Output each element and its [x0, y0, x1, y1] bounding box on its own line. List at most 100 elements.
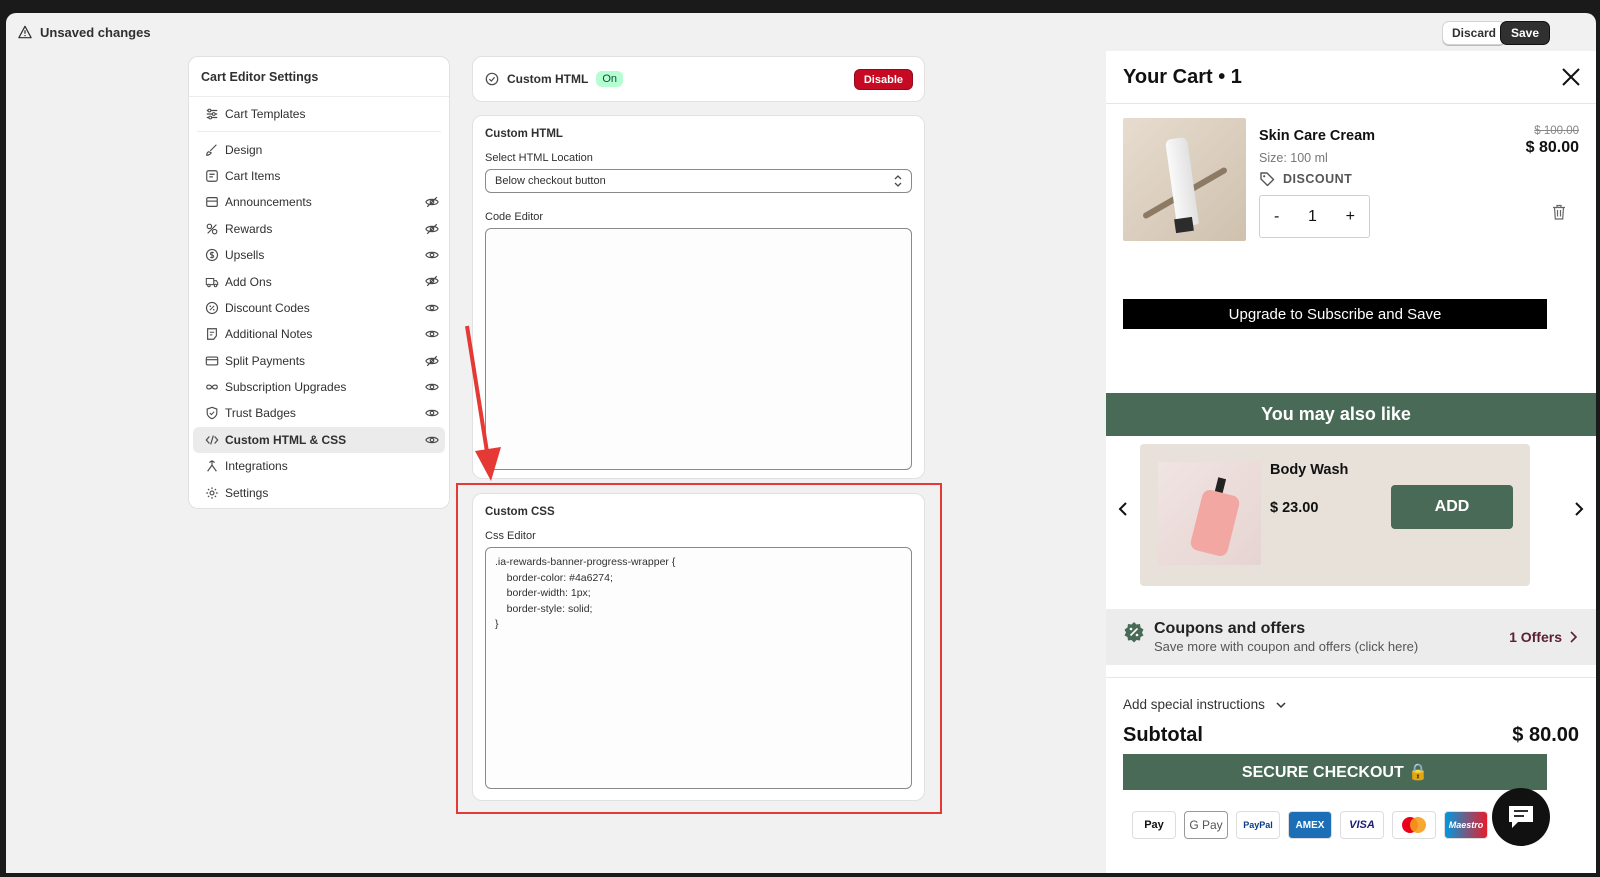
eye-icon[interactable] — [425, 406, 439, 420]
sidebar-item-label: Announcements — [225, 195, 312, 210]
also-like-heading: You may also like — [1106, 393, 1596, 436]
cart-items-icon — [206, 170, 218, 182]
settings-title: Cart Editor Settings — [189, 57, 449, 97]
sidebar-item-cart-items[interactable]: Cart Items — [193, 163, 445, 189]
eye-off-icon[interactable] — [425, 222, 439, 236]
coupons-subtitle: Save more with coupon and offers (click … — [1154, 639, 1419, 654]
eye-off-icon[interactable] — [425, 274, 439, 288]
sidebar-item-discount-codes[interactable]: Discount Codes — [193, 295, 445, 321]
sidebar-item-additional-notes[interactable]: Additional Notes — [193, 321, 445, 347]
custom-html-status-card: Custom HTML On Disable — [472, 56, 925, 102]
sidebar-item-split-payments[interactable]: Split Payments — [193, 348, 445, 374]
code-icon — [205, 435, 219, 445]
recommendation-price: $ 23.00 — [1270, 500, 1319, 516]
sidebar-item-label: Split Payments — [225, 353, 306, 368]
select-chevron-icon — [894, 175, 902, 187]
eye-icon[interactable] — [425, 327, 439, 341]
upgrade-subscribe-button[interactable]: Upgrade to Subscribe and Save — [1123, 299, 1547, 329]
chevron-right-icon — [1570, 631, 1578, 643]
sidebar-item-label: Rewards — [225, 221, 273, 236]
sidebar-item-label: Cart Items — [225, 168, 281, 183]
add-recommendation-button[interactable]: ADD — [1391, 485, 1513, 529]
sidebar-item-label: Settings — [225, 485, 269, 500]
decrease-quantity-button[interactable]: - — [1274, 208, 1279, 226]
special-instructions-toggle[interactable]: Add special instructions — [1123, 697, 1287, 712]
html-location-select[interactable]: Below checkout button — [485, 169, 912, 193]
eye-icon[interactable] — [425, 433, 439, 447]
status-label: Custom HTML — [507, 72, 589, 86]
product-image — [1123, 118, 1246, 241]
html-location-value: Below checkout button — [495, 175, 606, 187]
sidebar-item-integrations[interactable]: Integrations — [193, 453, 445, 479]
chevron-right-icon[interactable] — [1572, 501, 1586, 517]
sidebar-item-design[interactable]: Design — [193, 136, 445, 162]
close-icon[interactable] — [1560, 66, 1582, 88]
cart-title: Your Cart • 1 — [1123, 65, 1242, 88]
increase-quantity-button[interactable]: + — [1346, 208, 1355, 226]
discount-icon — [205, 301, 219, 315]
apple-pay-icon: Pay — [1132, 811, 1176, 839]
discard-button[interactable]: Discard — [1441, 21, 1506, 45]
product-name[interactable]: Skin Care Cream — [1259, 128, 1375, 144]
sidebar-item-label: Add Ons — [225, 274, 272, 289]
eye-icon[interactable] — [425, 248, 439, 262]
sidebar-item-subscription-upgrades[interactable]: Subscription Upgrades — [193, 374, 445, 400]
sidebar-item-label: Additional Notes — [225, 327, 313, 342]
sliders-icon — [206, 108, 218, 120]
special-instructions-label: Add special instructions — [1123, 697, 1265, 712]
custom-html-card: Custom HTML Select HTML Location Below c… — [472, 115, 925, 479]
sidebar-item-label: Subscription Upgrades — [225, 380, 347, 395]
sidebar-item-announcements[interactable]: Announcements — [193, 189, 445, 215]
discount-label: DISCOUNT — [1283, 172, 1353, 186]
secure-checkout-button[interactable]: SECURE CHECKOUT 🔒 — [1123, 754, 1547, 790]
payment-methods: Pay G Pay PayPal AMEX VISA Maestro — [1132, 811, 1488, 839]
google-pay-icon: G Pay — [1184, 811, 1228, 839]
product-size: Size: 100 ml — [1259, 151, 1328, 165]
quantity-value[interactable]: 1 — [1308, 208, 1317, 226]
eye-off-icon[interactable] — [425, 354, 439, 368]
amex-icon: AMEX — [1288, 811, 1332, 839]
recommendation-card: Body Wash $ 23.00 ADD — [1140, 444, 1530, 586]
chevron-down-icon — [1276, 701, 1286, 708]
tag-icon — [1260, 172, 1275, 187]
recommendation-image — [1158, 462, 1261, 565]
eye-off-icon[interactable] — [425, 195, 439, 209]
sidebar-item-custom-html-css[interactable]: Custom HTML & CSS — [193, 426, 445, 454]
sidebar-item-trust-badges[interactable]: Trust Badges — [193, 400, 445, 426]
sidebar-item-add-ons[interactable]: Add Ons — [193, 268, 445, 294]
settings-menu: Cart Templates Design Cart Items Announceme… — [189, 97, 449, 506]
sidebar-item-label: Cart Templates — [225, 107, 306, 122]
eye-icon[interactable] — [425, 301, 439, 315]
subtotal-label: Subtotal — [1123, 724, 1203, 746]
sidebar-item-label: Upsells — [225, 248, 265, 263]
brush-icon — [206, 143, 217, 156]
code-editor-label: Code Editor — [485, 211, 544, 223]
gear-icon — [206, 486, 218, 499]
check-circle-icon — [485, 72, 499, 86]
offers-link[interactable]: 1 Offers — [1509, 629, 1578, 645]
app-frame: Unsaved changes Discard Save Cart Editor… — [6, 13, 1596, 873]
chevron-left-icon[interactable] — [1116, 501, 1130, 517]
sidebar-item-upsells[interactable]: Upsells — [193, 242, 445, 268]
offers-count: 1 Offers — [1509, 629, 1562, 645]
sidebar-item-label: Discount Codes — [225, 300, 310, 315]
save-button[interactable]: Save — [1499, 21, 1550, 45]
paypal-icon: PayPal — [1236, 811, 1280, 839]
truck-icon — [205, 277, 219, 287]
code-editor-textarea[interactable] — [485, 228, 912, 470]
sale-price: $ 80.00 — [1525, 139, 1579, 156]
disable-button[interactable]: Disable — [853, 69, 913, 90]
top-bar: Unsaved changes Discard Save — [6, 13, 1596, 51]
recommendation-name[interactable]: Body Wash — [1270, 462, 1348, 478]
coupons-banner[interactable]: Coupons and offers Save more with coupon… — [1106, 609, 1596, 665]
trash-icon[interactable] — [1552, 204, 1566, 220]
integration-icon — [207, 460, 217, 472]
sidebar-item-cart-templates[interactable]: Cart Templates — [193, 101, 445, 127]
sidebar-item-label: Trust Badges — [225, 406, 296, 421]
sidebar-item-settings[interactable]: Settings — [193, 479, 445, 505]
eye-icon[interactable] — [425, 380, 439, 394]
maestro-icon: Maestro — [1444, 811, 1488, 839]
red-arrow-annotation — [465, 325, 501, 481]
sidebar-item-rewards[interactable]: Rewards — [193, 216, 445, 242]
chat-widget-button[interactable] — [1492, 788, 1550, 846]
